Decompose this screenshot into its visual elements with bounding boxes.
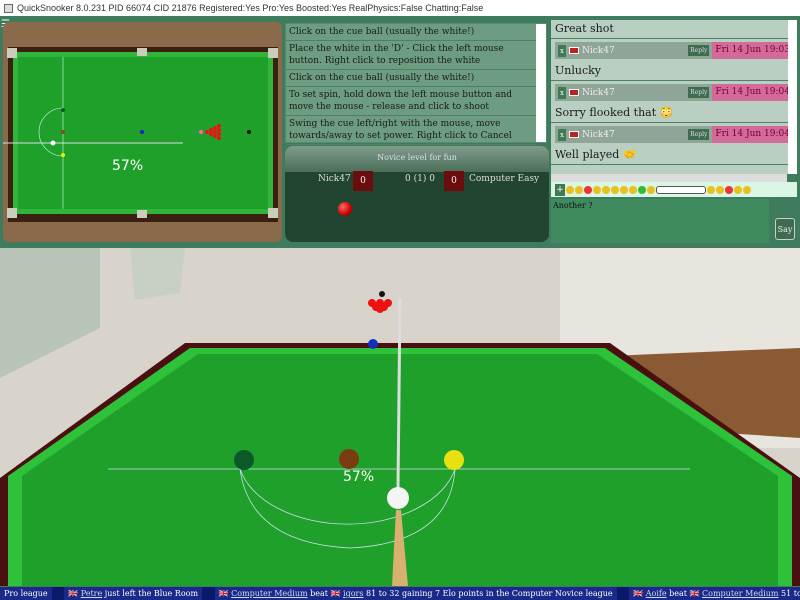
- chat-user[interactable]: Nick47: [582, 88, 615, 98]
- chat-text: Great shot: [555, 22, 614, 35]
- chat-text: Unlucky: [555, 64, 601, 77]
- chat-scrollbar[interactable]: [788, 20, 797, 174]
- heart-emoji-icon[interactable]: [584, 185, 592, 194]
- chat-message: x Nick47 Reply Fri 14 Jun 19:04 Well played …: [551, 126, 797, 165]
- say-button[interactable]: Say: [775, 218, 795, 240]
- ticker-text: 81 to 32 gaining 7 Elo points in the Com…: [363, 589, 613, 598]
- instructions-list: Click on the cue ball (usually the white…: [285, 23, 547, 145]
- handshake-emoji-icon: 🤝: [622, 148, 637, 161]
- delete-button[interactable]: x: [558, 128, 566, 141]
- player-link[interactable]: igors: [343, 589, 363, 598]
- scoreboard: Novice level for fun Nick47 0 0 (1) 0 0 …: [285, 146, 549, 242]
- yellow-ball: [61, 153, 65, 157]
- player1-score: 0: [353, 171, 373, 191]
- black-ball: [379, 291, 385, 297]
- ticker-text: 51 to 15 gaining 9 Elo points in the Com…: [781, 589, 800, 598]
- green-ball: [234, 450, 254, 470]
- green-ball: [61, 108, 65, 112]
- title-bar: QuickSnooker 8.0.231 PID 66074 CID 21876…: [0, 0, 800, 18]
- player2-name: Computer Easy: [469, 174, 540, 184]
- instructions-scrollbar[interactable]: [536, 24, 546, 142]
- emoji-icon[interactable]: [575, 185, 583, 194]
- mini-table[interactable]: [3, 22, 282, 242]
- pink-ball: [199, 130, 203, 134]
- match-title: Novice level for fun: [285, 146, 549, 172]
- emoji-icon[interactable]: [734, 185, 742, 194]
- embarrassed-emoji-icon: 😳: [659, 106, 674, 119]
- chat-user[interactable]: Nick47: [582, 46, 615, 56]
- angry-emoji-icon[interactable]: [725, 185, 733, 194]
- chat-date: Fri 14 Jun 19:04: [712, 84, 793, 101]
- yellow-ball: [444, 450, 464, 470]
- news-ticker: Pro league 🇬🇧 Petre just left the Blue R…: [0, 587, 800, 600]
- add-emoji-button[interactable]: +: [555, 183, 565, 196]
- black-ball: [247, 130, 251, 134]
- window-title: QuickSnooker 8.0.231 PID 66074 CID 21876…: [17, 3, 484, 13]
- frame-score: 0 (1) 0: [405, 174, 435, 184]
- chat-text: Sorry flooked that: [555, 106, 657, 119]
- chat-input[interactable]: Another ?: [551, 199, 769, 243]
- flag-icon: [569, 47, 579, 54]
- flag-icon: [569, 131, 579, 138]
- player2-score: 0: [444, 171, 464, 191]
- brown-ball: [61, 130, 65, 134]
- ticker-item: Pro league: [0, 587, 52, 600]
- ticker-item: 🇬🇧 Computer Medium beat 🇬🇧 igors 81 to 3…: [214, 587, 617, 600]
- emoji-icon[interactable]: [647, 185, 655, 194]
- instruction-item: Place the white in the 'D' - Click the l…: [286, 41, 536, 70]
- emoji-icon[interactable]: [716, 185, 724, 194]
- aim-line: [396, 297, 402, 489]
- ticker-text: beat: [666, 589, 690, 598]
- chat-horizontal-scrollbar[interactable]: [551, 174, 787, 182]
- chat-date: Fri 14 Jun 19:03: [712, 42, 793, 59]
- player-link[interactable]: Aoife: [646, 589, 667, 598]
- blue-ball: [368, 339, 378, 349]
- chat-message: x Nick47 Reply Fri 14 Jun 19:04 Sorry flooke…: [551, 84, 797, 123]
- power-label: 57%: [343, 469, 375, 485]
- ticker-text: just left the Blue Room: [102, 589, 199, 598]
- mini-power-label: 57%: [112, 158, 144, 174]
- window-right: [130, 248, 185, 300]
- app-icon: [4, 3, 13, 13]
- player-link[interactable]: Computer Medium: [231, 589, 307, 598]
- emoji-icon[interactable]: [602, 185, 610, 194]
- emoji-icon[interactable]: [620, 185, 628, 194]
- instruction-item: To set spin, hold down the left mouse bu…: [286, 87, 536, 116]
- chat-text: Well played: [555, 148, 620, 161]
- instruction-item: Swing the cue left/right with the mouse,…: [286, 116, 536, 145]
- ticker-text: beat: [307, 589, 331, 598]
- emoji-bar: +: [551, 182, 797, 197]
- emoji-icon[interactable]: [593, 185, 601, 194]
- player-link[interactable]: Computer Medium: [702, 589, 778, 598]
- cue-ball: [387, 487, 409, 509]
- brown-ball: [339, 449, 359, 469]
- 3d-table-view[interactable]: [0, 248, 800, 586]
- emoji-badges-icon[interactable]: [656, 185, 706, 194]
- reply-button[interactable]: Reply: [688, 87, 710, 98]
- emoji-icon[interactable]: [638, 185, 646, 194]
- emoji-icon[interactable]: [611, 185, 619, 194]
- delete-button[interactable]: x: [558, 86, 566, 99]
- delete-button[interactable]: x: [558, 44, 566, 57]
- emoji-icon[interactable]: [566, 185, 574, 194]
- emoji-icon[interactable]: [629, 185, 637, 194]
- reply-button[interactable]: Reply: [688, 45, 710, 56]
- chat-panel: Great shot x Nick47 Reply Fri 14 Jun 19:03 U…: [551, 20, 797, 174]
- blue-ball: [140, 130, 144, 134]
- flag-icon: [569, 89, 579, 96]
- cue-ball: [50, 140, 56, 146]
- instruction-item: Click on the cue ball (usually the white…: [286, 70, 536, 87]
- player-link[interactable]: Petre: [81, 589, 103, 598]
- instruction-item: Click on the cue ball (usually the white…: [286, 24, 536, 41]
- chat-user[interactable]: Nick47: [582, 130, 615, 140]
- emoji-icon[interactable]: [743, 185, 751, 194]
- chat-date: Fri 14 Jun 19:04: [712, 126, 793, 143]
- reply-button[interactable]: Reply: [688, 129, 710, 140]
- chat-message: x Nick47 Reply Fri 14 Jun 19:03 Unlucky: [551, 42, 797, 81]
- ball-on-indicator: [338, 202, 352, 216]
- ticker-item: 🇬🇧 Petre just left the Blue Room: [64, 587, 203, 600]
- ticker-item: 🇬🇧 Aoife beat 🇬🇧 Computer Medium 51 to 1…: [629, 587, 800, 600]
- player1-name: Nick47: [318, 174, 351, 184]
- emoji-icon[interactable]: [707, 185, 715, 194]
